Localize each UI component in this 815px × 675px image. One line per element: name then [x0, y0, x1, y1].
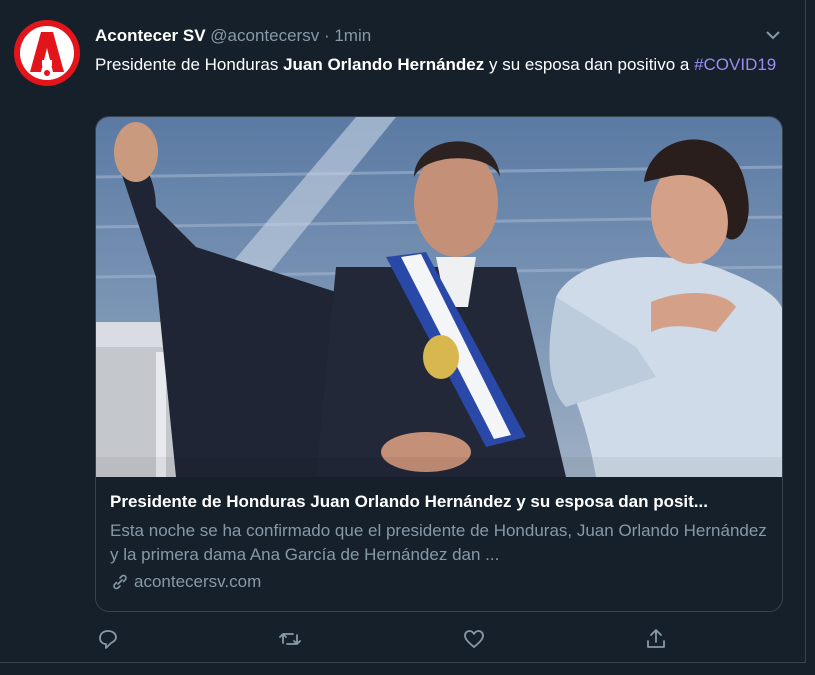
tweet-text-suffix: y su esposa dan positivo a — [484, 55, 695, 74]
share-icon[interactable] — [644, 627, 668, 651]
link-icon — [113, 574, 127, 590]
tweet-text: Presidente de Honduras Juan Orlando Hern… — [95, 52, 795, 78]
card-title: Presidente de Honduras Juan Orlando Hern… — [110, 492, 708, 511]
avatar[interactable] — [14, 20, 80, 86]
hashtag-link[interactable]: #COVID19 — [694, 55, 776, 74]
card-body: Presidente de Honduras Juan Orlando Hern… — [110, 491, 770, 593]
tweet-header: Acontecer SV @acontecersv · 1min — [95, 25, 371, 47]
chevron-down-icon[interactable] — [764, 26, 782, 44]
card-description: Esta noche se ha confirmado que el presi… — [110, 521, 767, 564]
action-bar — [0, 627, 815, 653]
author-handle[interactable]: @acontecersv — [210, 26, 319, 45]
tweet-text-prefix: Presidente de Honduras — [95, 55, 284, 74]
card-image — [96, 117, 782, 477]
card-domain-text: acontecersv.com — [134, 572, 262, 591]
heart-icon[interactable] — [462, 627, 486, 651]
retweet-icon[interactable] — [278, 627, 302, 651]
separator-dot: · — [323, 26, 330, 45]
tweet-text-bold: Juan Orlando Hernández — [283, 55, 485, 74]
link-card[interactable]: Presidente de Honduras Juan Orlando Hern… — [95, 116, 783, 612]
tweet-container: Acontecer SV @acontecersv · 1min Preside… — [0, 0, 806, 663]
card-domain: acontecersv.com — [110, 571, 770, 593]
acontecer-logo-icon — [20, 26, 74, 80]
reply-icon[interactable] — [96, 627, 120, 651]
author-name[interactable]: Acontecer SV — [95, 26, 206, 45]
timestamp[interactable]: 1min — [334, 26, 371, 45]
